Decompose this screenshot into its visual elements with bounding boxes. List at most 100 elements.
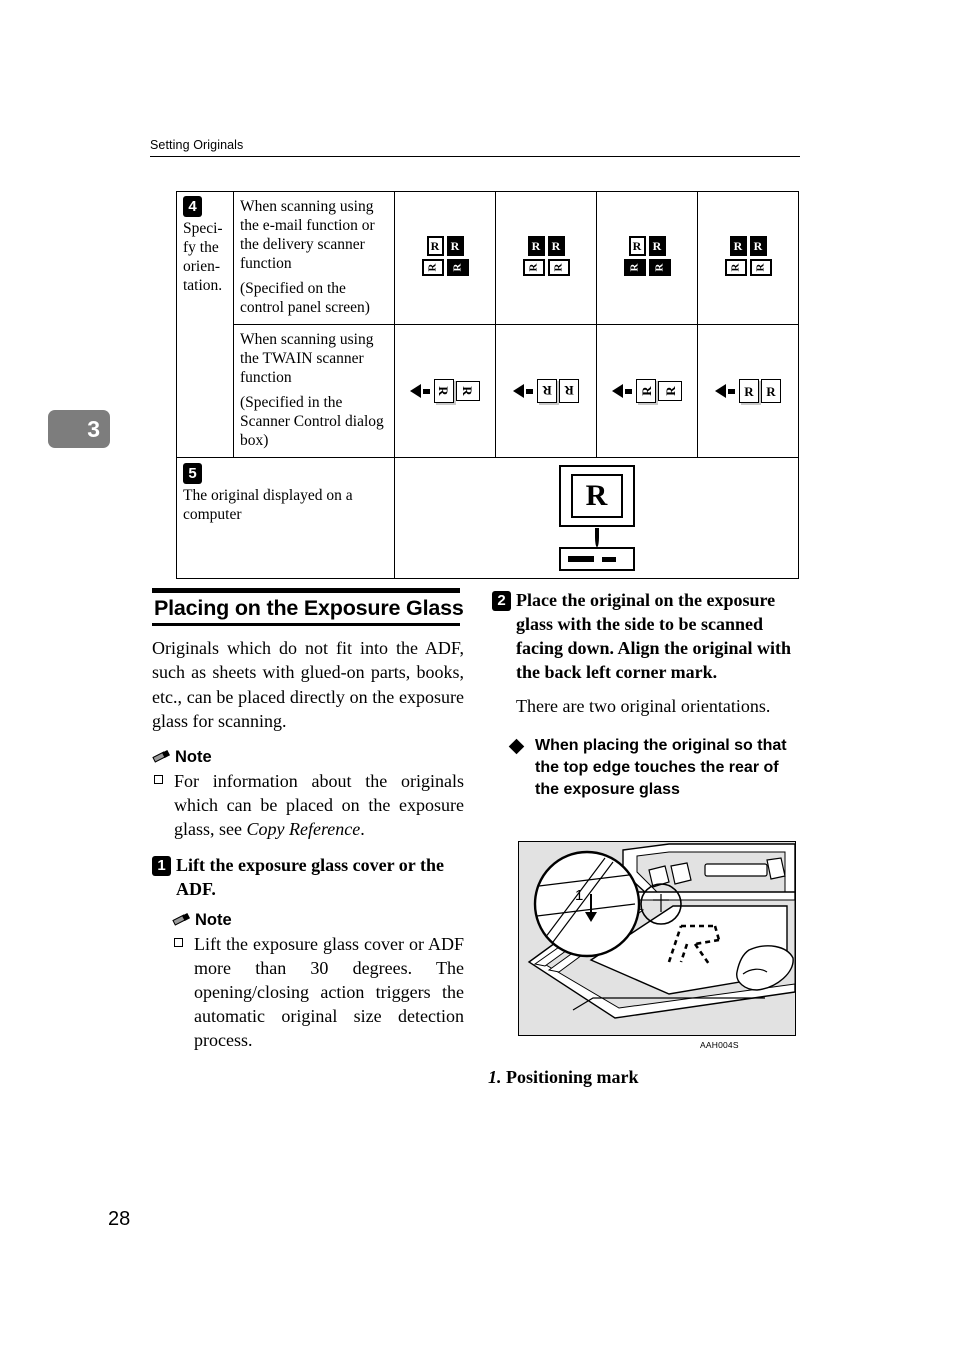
chapter-tab-number: 3 — [87, 415, 100, 442]
orientation-icon-group: R R R R — [623, 235, 671, 276]
monitor-neck — [594, 528, 599, 547]
callout-number: 1 — [575, 887, 583, 904]
note-italic-ref: Copy Reference — [246, 818, 361, 839]
twain-icon-group: R R — [612, 379, 682, 403]
page-icon-portrait-upright-inverted: R — [648, 235, 666, 256]
page-icon-landscape-rot90: R — [749, 258, 772, 276]
left-arrow-stem — [526, 388, 533, 394]
note-list: For information about the originals whic… — [152, 769, 464, 841]
step5-cell: 5 The original displayed on a computer — [176, 457, 395, 579]
figure-caption: 1. Positioning mark — [488, 1066, 639, 1089]
exposure-glass-illustration: 1 — [518, 841, 796, 1036]
sheet-icon-upright: R — [739, 379, 759, 403]
section-heading: Placing on the Exposure Glass — [152, 588, 464, 626]
left-arrow-icon — [612, 384, 623, 398]
table-row: 4 Speci-fy the orien-tation. When scannin… — [176, 191, 799, 458]
page-icon-landscape-rot90: R — [522, 258, 545, 276]
left-arrow-icon — [715, 384, 726, 398]
figure-caption-text: Positioning mark — [506, 1067, 639, 1087]
step-2-text: Place the original on the exposure glass… — [516, 590, 792, 682]
step-badge-5: 5 — [183, 463, 202, 484]
sheet-icon-rot270: R — [456, 381, 480, 401]
monitor-screen-glyph: R — [570, 474, 623, 518]
note-label: Note — [195, 910, 232, 929]
note-header: Note — [152, 748, 464, 767]
row2-desc-line2: (Specified in the Scanner Control dialog… — [240, 394, 384, 449]
pencil-icon — [172, 912, 191, 928]
note-list: Lift the exposure glass cover or ADF mor… — [172, 932, 464, 1052]
page-icon-landscape-rot90: R — [421, 258, 444, 276]
twain-icon-group: R R — [715, 379, 781, 403]
row1-icon-cell-4: R R R R — [697, 191, 799, 325]
step-badge-4: 4 — [183, 196, 202, 217]
note-text: Lift the exposure glass cover or ADF mor… — [194, 933, 464, 1050]
orientation-icon-group: R R R R — [522, 235, 570, 276]
left-arrow-stem — [625, 388, 632, 394]
step-1-text: Lift the exposure glass cover or the ADF… — [176, 854, 444, 899]
row1-description: When scanning using the e-mail function … — [233, 191, 395, 325]
square-bullet-icon — [174, 937, 183, 947]
orientation-table: 4 Speci-fy the orien-tation. When scannin… — [176, 191, 799, 579]
page-title: Placing on the Exposure Glass — [154, 596, 464, 620]
table-row: When scanning using the TWAIN scanner fu… — [177, 324, 799, 458]
row2-icon-cell-2: R R — [495, 324, 597, 458]
subsection-heading: When placing the original so that the to… — [508, 735, 802, 801]
sheet-icon-rot180: R — [537, 379, 557, 403]
page-icon-portrait-upright: R — [628, 235, 646, 256]
list-item: Lift the exposure glass cover or ADF mor… — [172, 932, 464, 1052]
page-icon-portrait-upright: R — [426, 235, 444, 256]
sheet-icon-rot270: R — [434, 379, 454, 403]
page-icon-landscape-rot90: R — [547, 258, 570, 276]
header-title: Setting Originals — [150, 138, 244, 152]
page-icon-portrait-upright-inverted: R — [749, 235, 767, 256]
sheet-icon-rot90: R — [636, 379, 656, 403]
left-arrow-stem — [423, 388, 430, 394]
row1-icon-cell-3: R R R R — [596, 191, 698, 325]
right-column: 2 Place the original on the exposure gla… — [492, 588, 802, 813]
page-icon-landscape-rot90-inverted: R — [446, 258, 469, 276]
chapter-tab: 3 — [48, 410, 110, 448]
diamond-bullet-icon — [508, 738, 525, 754]
orientation-icon-group: R R R R — [724, 235, 772, 276]
note-header: Note — [172, 911, 464, 930]
step-1: 1 Lift the exposure glass cover or the A… — [152, 853, 464, 901]
monitor-cell: R — [394, 457, 799, 579]
step4-cell: 4 Speci-fy the orien-tation. — [176, 191, 234, 458]
pencil-icon — [152, 749, 171, 765]
subsection-text: When placing the original so that the to… — [535, 736, 787, 798]
row2-description: When scanning using the TWAIN scanner fu… — [233, 324, 395, 458]
page-icon-portrait-upright-inverted: R — [527, 235, 545, 256]
sheet-icon-rot90: R — [658, 381, 682, 401]
page-icon-portrait-upright-inverted: R — [547, 235, 565, 256]
heading-rule-bottom — [152, 623, 460, 626]
drive-slot-icon — [601, 556, 616, 562]
note-text-tail: . — [360, 818, 365, 839]
left-arrow-icon — [513, 384, 524, 398]
figure-caption-number: 1. — [488, 1067, 502, 1087]
left-arrow-icon — [410, 384, 421, 398]
note-block-2: Note Lift the exposure glass cover or AD… — [172, 911, 464, 1052]
row1-icon-cell-2: R R R R — [495, 191, 597, 325]
twain-icon-group: R R — [513, 379, 579, 403]
step-badge-1: 1 — [152, 855, 171, 876]
page-icon-portrait-upright-inverted: R — [446, 235, 464, 256]
twain-icon-group: R R — [410, 379, 480, 403]
page-icon-landscape-rot90-inverted: R — [648, 258, 671, 276]
sheet-icon-rot180: R — [559, 379, 579, 403]
row1-desc-line1: When scanning using the e-mail function … — [240, 198, 375, 272]
intro-paragraph: Originals which do not fit into the ADF,… — [152, 637, 464, 732]
running-header: Setting Originals — [150, 138, 800, 157]
document-page: Setting Originals 3 4 Speci-fy the orien-… — [0, 0, 954, 1351]
note-block-1: Note For information about the originals… — [152, 748, 464, 841]
header-rule — [150, 156, 800, 157]
orientation-icon-group: R R R R — [421, 235, 469, 276]
row3-description: The original displayed on a computer — [183, 487, 353, 523]
list-item: For information about the originals whic… — [152, 769, 464, 841]
page-icon-landscape-rot90-inverted: R — [623, 258, 646, 276]
left-column: Placing on the Exposure Glass Originals … — [152, 588, 464, 1058]
row2-icon-cell-3: R R — [596, 324, 698, 458]
row2-icon-cell-1: R R — [394, 324, 496, 458]
page-number: 28 — [108, 1208, 131, 1230]
monitor-base — [558, 547, 635, 571]
row2-icon-cell-4: R R — [697, 324, 799, 458]
